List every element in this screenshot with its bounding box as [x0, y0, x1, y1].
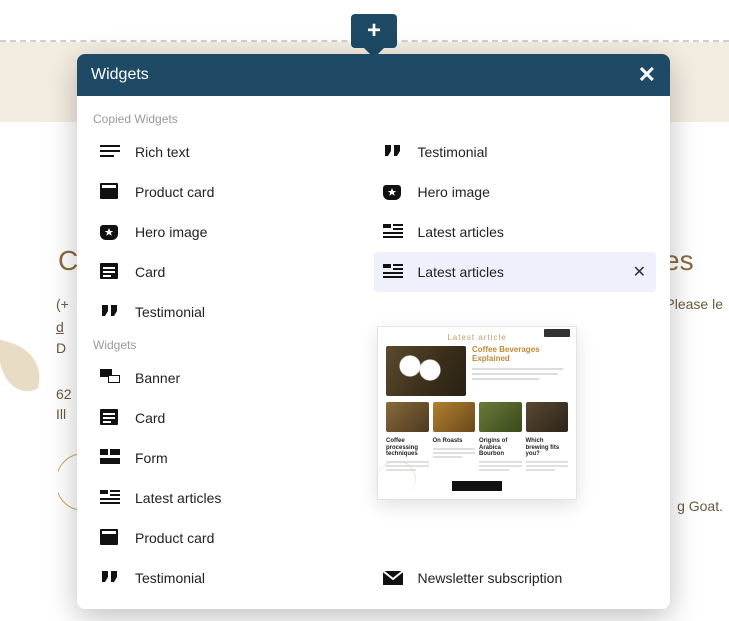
preview-header: Latest article	[386, 333, 568, 342]
copied-item-hero-image[interactable]: Hero image	[91, 212, 374, 252]
preview-article-title: Coffee Beverages Explained	[472, 346, 568, 364]
widget-item-product-card[interactable]: Product card	[91, 518, 374, 558]
add-widget-button[interactable]: +	[351, 14, 397, 48]
widget-item-card[interactable]: Card	[91, 398, 374, 438]
preview-thumb	[386, 402, 429, 432]
section-copied-label: Copied Widgets	[93, 112, 656, 126]
widget-item-label: Testimonial	[418, 144, 488, 160]
hero-icon	[99, 223, 121, 241]
copied-widgets-grid: Rich text Product card Hero image Card Testi…	[91, 132, 656, 332]
banner-icon	[99, 369, 121, 387]
mail-icon	[382, 569, 404, 587]
widget-item-label: Hero image	[418, 184, 490, 200]
bg-phone: (+	[56, 296, 69, 312]
bg-text-d2: D	[56, 340, 66, 356]
preview-thumb	[526, 402, 569, 432]
widgets-modal: Widgets ✕ Copied Widgets Rich text Produc…	[77, 54, 670, 609]
copied-item-latest-articles[interactable]: Latest articles ✕	[374, 252, 657, 292]
form-icon	[99, 449, 121, 467]
widget-item-label: Latest articles	[135, 490, 221, 506]
modal-title: Widgets	[91, 66, 149, 84]
widget-item-banner[interactable]: Banner	[91, 358, 374, 398]
bg-addr2: Ill	[56, 406, 66, 422]
hero-icon	[382, 183, 404, 201]
bg-heading-left: C	[58, 245, 78, 277]
copied-item-product-card[interactable]: Product card	[91, 172, 374, 212]
preview-hero-image	[386, 346, 466, 396]
copied-item-latest-articles[interactable]: Latest articles	[374, 212, 657, 252]
preview-card: Origins of Arabica Bourbon	[479, 438, 522, 473]
widget-item-testimonial[interactable]: Testimonial	[91, 558, 374, 598]
bg-right1: Please le	[665, 296, 723, 312]
widget-item-label: Testimonial	[135, 570, 205, 586]
widget-preview: Latest article Coffee Beverages Explaine…	[377, 326, 577, 500]
bg-leaf-shape	[0, 340, 48, 400]
widget-item-label: Latest articles	[418, 264, 504, 280]
widget-item-form[interactable]: Form	[91, 438, 374, 478]
articles-icon	[99, 489, 121, 507]
widget-item-rich-text[interactable]: Rich text	[374, 598, 657, 609]
widget-item-label: Product card	[135, 184, 214, 200]
quote-icon	[382, 143, 404, 161]
copied-item-testimonial[interactable]: Testimonial	[91, 292, 374, 332]
articles-icon	[382, 263, 404, 281]
copied-item-hero-image[interactable]: Hero image	[374, 172, 657, 212]
widget-item-label: Testimonial	[135, 304, 205, 320]
widget-item-label: Rich text	[135, 144, 189, 160]
widget-item-label: Card	[135, 264, 165, 280]
bg-addr1: 62	[56, 386, 72, 402]
card-icon	[99, 263, 121, 281]
productcard-icon	[99, 529, 121, 547]
widget-item-label: Card	[135, 410, 165, 426]
plus-icon: +	[367, 17, 381, 45]
widget-item-label: Newsletter subscription	[418, 570, 563, 586]
articles-icon	[382, 223, 404, 241]
widget-item-label: Latest articles	[418, 224, 504, 240]
widget-item-newsletter-subscription[interactable]: Newsletter subscription	[374, 558, 657, 598]
preview-thumb	[433, 402, 476, 432]
bg-right2: g Goat.	[677, 498, 723, 514]
productcard-icon	[99, 183, 121, 201]
preview-thumb	[479, 402, 522, 432]
copied-item-rich-text[interactable]: Rich text	[91, 132, 374, 172]
quote-icon	[99, 303, 121, 321]
bg-link-left: d	[56, 319, 64, 335]
preview-card: On Roasts	[433, 438, 476, 473]
quote-icon	[99, 569, 121, 587]
preview-card: Which brewing fits you?	[526, 438, 569, 473]
richtext-icon	[99, 143, 121, 161]
widget-item-label: Form	[135, 450, 168, 466]
modal-header: Widgets ✕	[77, 54, 670, 96]
preview-button	[452, 481, 502, 491]
card-icon	[99, 409, 121, 427]
copied-item-testimonial[interactable]: Testimonial	[374, 132, 657, 172]
copied-item-card[interactable]: Card	[91, 252, 374, 292]
widget-item-label: Banner	[135, 370, 180, 386]
widget-item-label: Hero image	[135, 224, 207, 240]
widget-item-latest-articles[interactable]: Latest articles	[91, 478, 374, 518]
remove-icon[interactable]: ✕	[633, 262, 646, 282]
close-icon[interactable]: ✕	[638, 64, 656, 86]
widget-item-label: Product card	[135, 530, 214, 546]
